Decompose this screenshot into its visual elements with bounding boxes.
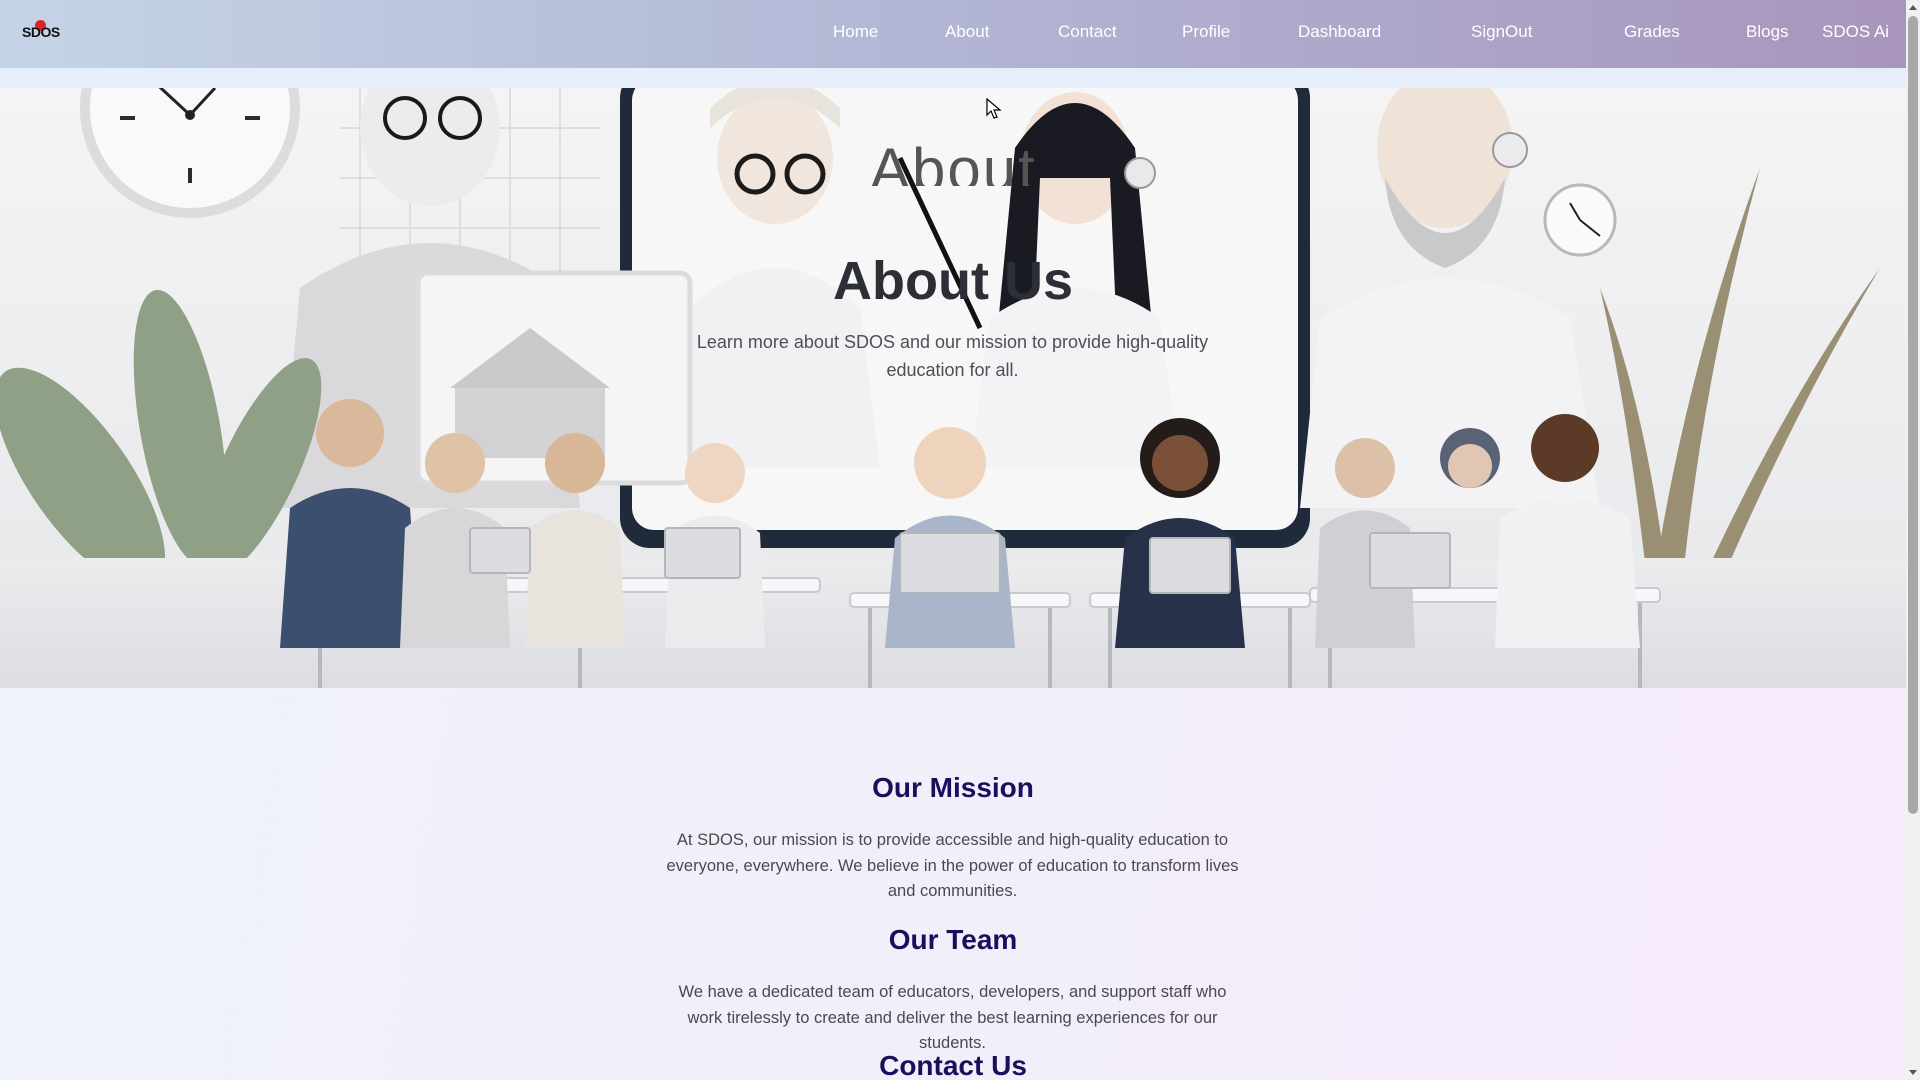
scroll-down-arrow-icon[interactable]: [1909, 1070, 1917, 1075]
team-text: We have a dedicated team of educators, d…: [678, 983, 1227, 1052]
hero-banner: About About Us Learn more about SDOS and…: [0, 88, 1906, 688]
top-navbar: SDOS Home About Contact Profile Dashboar…: [0, 0, 1906, 68]
logo-text: SDOS: [22, 24, 60, 40]
scroll-thumb[interactable]: [1908, 16, 1918, 814]
nav-link-dashboard[interactable]: Dashboard: [1298, 22, 1381, 42]
mouse-cursor-icon: [986, 98, 1002, 119]
nav-underbar: [0, 68, 1906, 88]
sdos-logo[interactable]: SDOS: [20, 18, 60, 48]
mission-heading: Our Mission: [872, 772, 1034, 803]
scroll-up-arrow-icon[interactable]: [1909, 5, 1917, 10]
nav-link-about[interactable]: About: [945, 22, 989, 42]
mission-text: At SDOS, our mission is to provide acces…: [666, 831, 1239, 900]
nav-link-profile[interactable]: Profile: [1182, 22, 1230, 42]
team-heading: Our Team: [888, 924, 1018, 955]
hero-title: About Us: [833, 251, 1073, 311]
nav-link-home[interactable]: Home: [833, 22, 878, 42]
page-scrollbar[interactable]: [1906, 0, 1920, 1080]
nav-link-contact[interactable]: Contact: [1058, 22, 1117, 42]
nav-link-grades[interactable]: Grades: [1624, 22, 1680, 42]
nav-link-signout[interactable]: SignOut: [1471, 22, 1532, 42]
hero-subtitle: Learn more about SDOS and our mission to…: [696, 332, 1209, 380]
nav-link-sdos-ai[interactable]: SDOS Ai: [1822, 22, 1889, 42]
contact-heading: Contact Us: [879, 1050, 1027, 1080]
nav-link-blogs[interactable]: Blogs: [1746, 22, 1789, 42]
hero-ghost-heading: About: [870, 140, 1037, 186]
